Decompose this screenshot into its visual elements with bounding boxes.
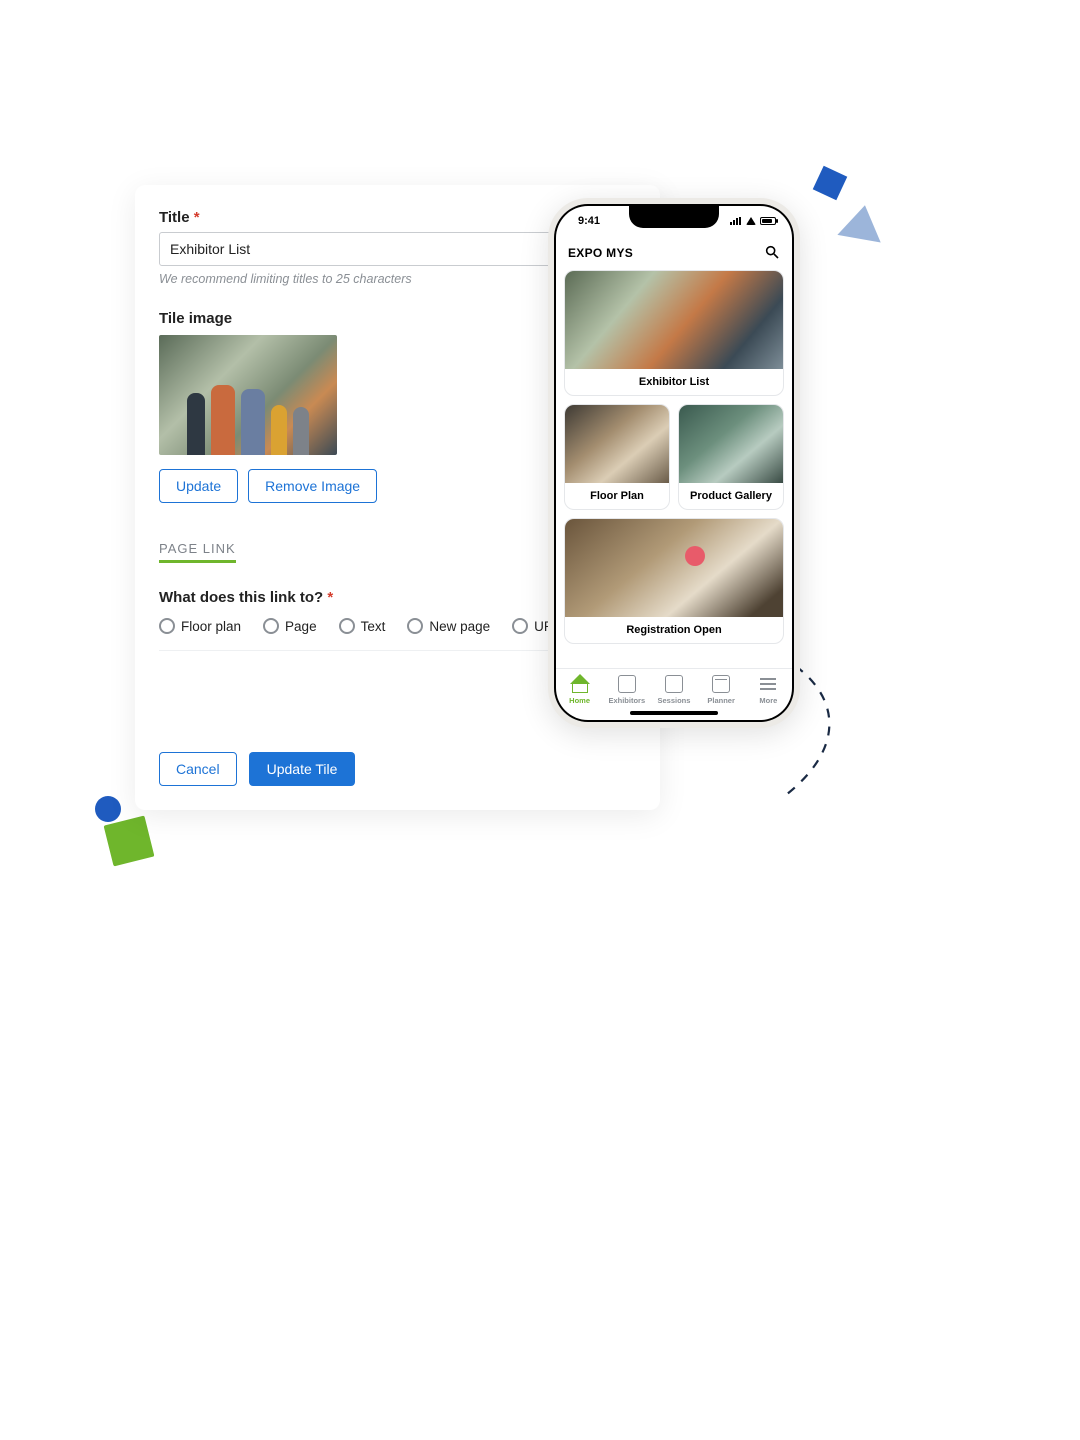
app-title: EXPO MYS — [568, 246, 633, 260]
decorative-blue-circle — [95, 796, 121, 822]
radio-text[interactable]: Text — [339, 618, 386, 634]
tab-planner[interactable]: Planner — [700, 675, 742, 705]
phone-notch — [629, 206, 719, 228]
home-icon — [571, 675, 589, 693]
required-asterisk: * — [194, 209, 200, 226]
tab-exhibitors[interactable]: Exhibitors — [606, 675, 648, 705]
tile-image — [565, 405, 669, 483]
update-image-button[interactable]: Update — [159, 469, 238, 503]
signal-icon — [730, 217, 742, 225]
tab-page-link[interactable]: PAGE LINK — [159, 541, 236, 563]
tab-home[interactable]: Home — [559, 675, 601, 705]
decorative-blue-square — [813, 166, 848, 201]
tile-image — [679, 405, 783, 483]
radio-new-page[interactable]: New page — [407, 618, 490, 634]
planner-icon — [712, 675, 730, 693]
bottom-tab-bar: Home Exhibitors Sessions Planner — [556, 668, 792, 720]
tile-exhibitor-list[interactable]: Exhibitor List — [564, 270, 784, 396]
tile-label: Product Gallery — [679, 483, 783, 509]
sessions-icon — [665, 675, 683, 693]
cancel-button[interactable]: Cancel — [159, 752, 237, 786]
decorative-green-square — [104, 816, 155, 867]
tile-label: Floor Plan — [565, 483, 669, 509]
radio-floor-plan[interactable]: Floor plan — [159, 618, 241, 634]
search-icon[interactable] — [764, 244, 780, 263]
status-time: 9:41 — [578, 215, 600, 227]
more-icon — [759, 675, 777, 693]
battery-icon — [760, 217, 776, 225]
radio-page[interactable]: Page — [263, 618, 317, 634]
tile-floor-plan[interactable]: Floor Plan — [564, 404, 670, 510]
update-tile-button[interactable]: Update Tile — [249, 752, 356, 786]
decorative-blue-triangle — [837, 201, 886, 242]
remove-image-button[interactable]: Remove Image — [248, 469, 377, 503]
tile-image — [565, 519, 783, 617]
tile-product-gallery[interactable]: Product Gallery — [678, 404, 784, 510]
tile-image-preview — [159, 335, 337, 455]
home-indicator — [630, 711, 718, 715]
tab-more[interactable]: More — [747, 675, 789, 705]
wifi-icon — [746, 217, 756, 225]
tile-registration-open[interactable]: Registration Open — [564, 518, 784, 644]
tile-image — [565, 271, 783, 369]
tile-label: Exhibitor List — [565, 369, 783, 395]
tile-label: Registration Open — [565, 617, 783, 643]
exhibitors-icon — [618, 675, 636, 693]
tab-sessions[interactable]: Sessions — [653, 675, 695, 705]
phone-mockup: 9:41 EXPO MYS — [548, 198, 800, 728]
